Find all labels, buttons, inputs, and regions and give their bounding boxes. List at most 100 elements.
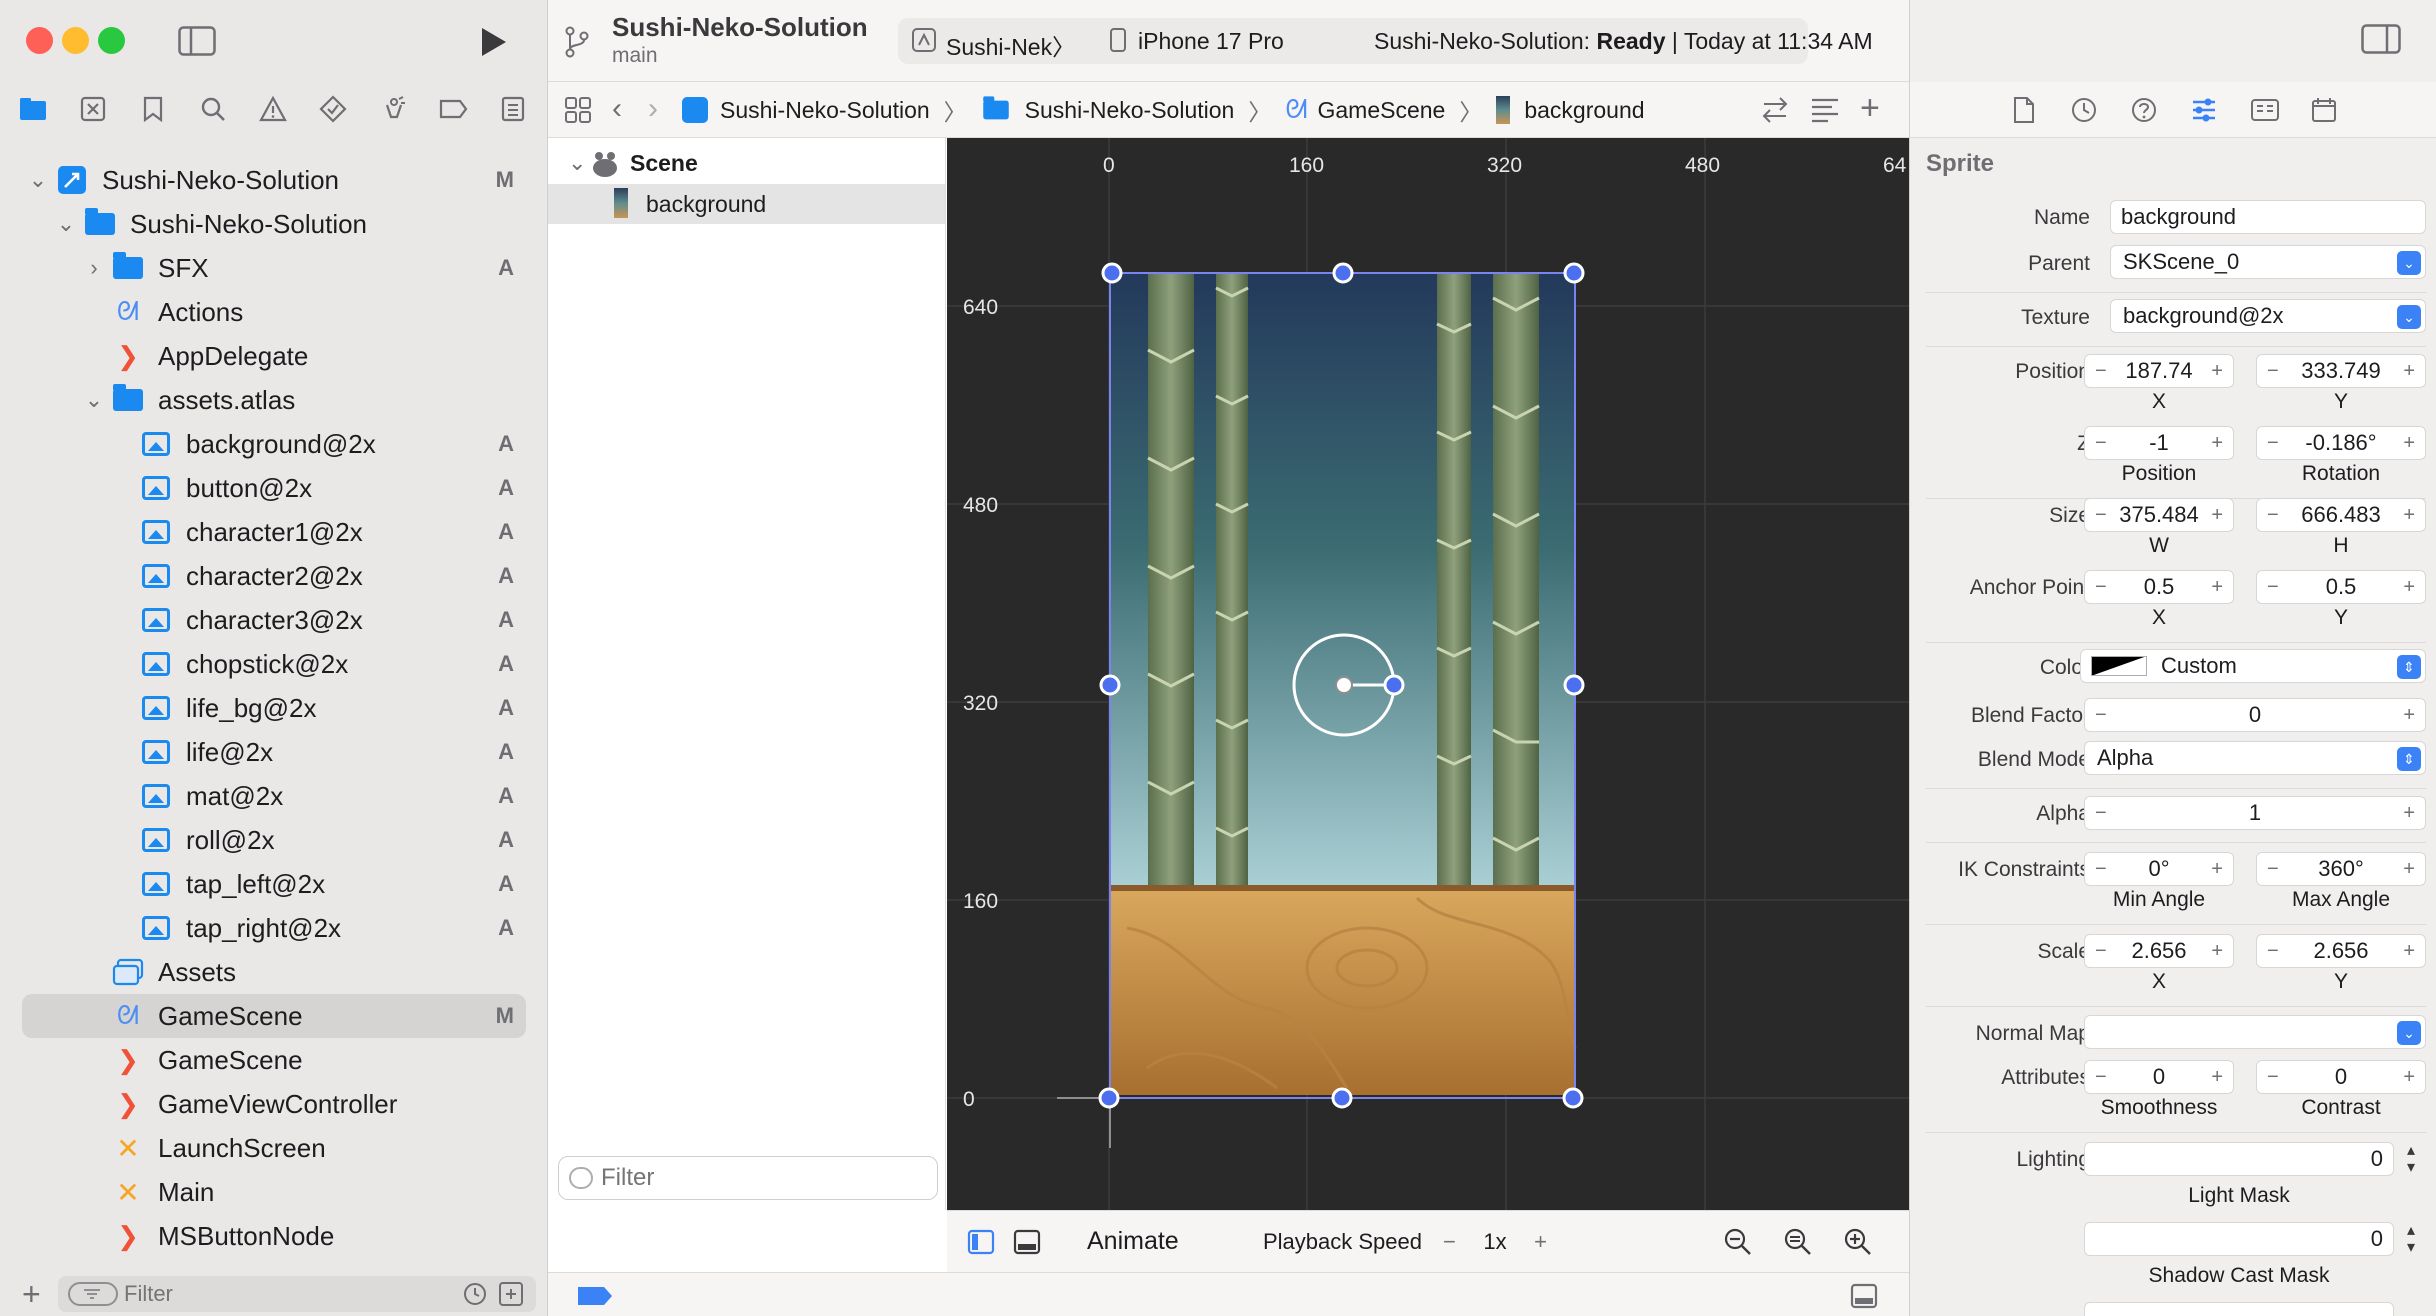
- zoom-reset-icon[interactable]: [1783, 1227, 1813, 1257]
- decrement-button[interactable]: −: [2095, 858, 2107, 881]
- file-inspector-icon[interactable]: [2012, 96, 2036, 124]
- scene-canvas[interactable]: 0 160 320 480 64 640 480 320 160 0: [947, 138, 1909, 1210]
- decrement-button[interactable]: −: [2095, 504, 2107, 527]
- disclosure-open-icon[interactable]: ⌄: [80, 387, 108, 413]
- resize-handle[interactable]: [1101, 262, 1123, 284]
- disclosure-closed-icon[interactable]: ›: [80, 255, 108, 281]
- tree-item-image[interactable]: life@2x A: [0, 730, 548, 774]
- add-editor-button[interactable]: +: [1860, 91, 1880, 125]
- increment-button[interactable]: +: [2403, 802, 2415, 825]
- close-window-button[interactable]: [26, 27, 53, 54]
- light-mask-stepper-icon[interactable]: ▴ ▾: [2400, 1142, 2422, 1176]
- add-icon[interactable]: +: [22, 1278, 41, 1310]
- decrement-button[interactable]: −: [2267, 504, 2279, 527]
- scale-y-stepper[interactable]: − 2.656 +: [2256, 934, 2426, 968]
- z-position-stepper[interactable]: − -1 +: [2084, 426, 2234, 460]
- forward-button[interactable]: ›: [648, 92, 658, 126]
- z-rotation-stepper[interactable]: − -0.186° +: [2256, 426, 2426, 460]
- tree-item-msbuttonnode[interactable]: ❯ MSButtonNode: [0, 1214, 548, 1258]
- breakpoint-navigator-icon[interactable]: [436, 92, 470, 126]
- sidebar-toggle-icon[interactable]: [178, 26, 216, 56]
- ik-max-stepper[interactable]: − 360° +: [2256, 852, 2426, 886]
- animate-button[interactable]: Animate: [1087, 1227, 1179, 1256]
- increment-button[interactable]: +: [2403, 858, 2415, 881]
- decrement-button[interactable]: −: [1443, 1229, 1456, 1255]
- increment-button[interactable]: +: [1534, 1229, 1547, 1255]
- tree-item-sfx[interactable]: › SFX A: [0, 246, 548, 290]
- source-control-icon[interactable]: [76, 92, 110, 126]
- breadcrumb-item[interactable]: GameScene: [1317, 97, 1445, 124]
- outline-filter-input[interactable]: [601, 1163, 921, 1193]
- tree-item-project[interactable]: ⌄ Sushi-Neko-Solution M: [0, 158, 548, 202]
- related-items-icon[interactable]: [564, 96, 592, 124]
- report-navigator-icon[interactable]: [496, 92, 530, 126]
- tree-item-image[interactable]: mat@2x A: [0, 774, 548, 818]
- resize-handle[interactable]: [1563, 262, 1585, 284]
- scene-editor-svg[interactable]: 0 160 320 480 64 640 480 320 160 0: [947, 138, 1909, 1210]
- navigator-filter[interactable]: [58, 1276, 536, 1312]
- increment-button[interactable]: +: [2403, 940, 2415, 963]
- ik-min-stepper[interactable]: − 0° +: [2084, 852, 2234, 886]
- help-inspector-icon[interactable]: [2130, 96, 2158, 124]
- outline-row-background[interactable]: background: [548, 184, 945, 224]
- shadow-cast-stepper-icon[interactable]: ▴ ▾: [2400, 1222, 2422, 1256]
- increment-button[interactable]: +: [2403, 1066, 2415, 1089]
- position-y-stepper[interactable]: −333.749 +: [2256, 354, 2426, 388]
- navigator-filter-input[interactable]: [124, 1278, 424, 1310]
- blend-factor-stepper[interactable]: − 0 +: [2084, 698, 2426, 732]
- toggle-inspector-icon[interactable]: [2361, 24, 2401, 54]
- run-button[interactable]: [478, 26, 508, 58]
- anchor-y-stepper[interactable]: − 0.5 +: [2256, 570, 2426, 604]
- toggle-outline-icon[interactable]: [967, 1229, 995, 1255]
- custom-class-inspector-icon[interactable]: [2250, 96, 2280, 124]
- decrement-button[interactable]: −: [2267, 1066, 2279, 1089]
- increment-button[interactable]: +: [2403, 432, 2415, 455]
- decrement-button[interactable]: −: [2267, 858, 2279, 881]
- resize-handle[interactable]: [1562, 1087, 1584, 1109]
- resize-handle[interactable]: [1332, 262, 1354, 284]
- resize-handle[interactable]: [1331, 1087, 1353, 1109]
- decrement-button[interactable]: −: [2267, 360, 2279, 383]
- scheme-selector[interactable]: Sushi-Nek〉: [946, 28, 1075, 62]
- tree-item-image[interactable]: character2@2x A: [0, 554, 548, 598]
- disclosure-open-icon[interactable]: ⌄: [52, 211, 80, 237]
- back-button[interactable]: ‹: [612, 92, 622, 126]
- tree-item-image[interactable]: life_bg@2x A: [0, 686, 548, 730]
- project-navigator-icon[interactable]: [16, 92, 50, 126]
- breadcrumb-item[interactable]: background: [1524, 97, 1644, 124]
- decrement-button[interactable]: −: [2095, 576, 2107, 599]
- decrement-button[interactable]: −: [2095, 802, 2107, 825]
- tree-item-image[interactable]: character1@2x A: [0, 510, 548, 554]
- name-field[interactable]: [2110, 200, 2426, 234]
- increment-button[interactable]: +: [2403, 704, 2415, 727]
- outline-scene-label[interactable]: Scene: [630, 150, 698, 177]
- tree-item-image[interactable]: background@2x A: [0, 422, 548, 466]
- alpha-stepper[interactable]: − 1 +: [2084, 796, 2426, 830]
- tree-item-gamescene-sks[interactable]: ᘛ GameScene M: [22, 994, 526, 1038]
- smoothness-stepper[interactable]: − 0 +: [2084, 1060, 2234, 1094]
- tree-item-image[interactable]: tap_left@2x A: [0, 862, 548, 906]
- increment-button[interactable]: +: [2403, 360, 2415, 383]
- increment-button[interactable]: +: [2211, 504, 2223, 527]
- increment-button[interactable]: +: [2211, 432, 2223, 455]
- decrement-button[interactable]: −: [2267, 940, 2279, 963]
- recent-files-icon[interactable]: [462, 1281, 488, 1307]
- warning-icon[interactable]: [256, 92, 290, 126]
- tree-item-appdelegate[interactable]: ❯ AppDelegate: [0, 334, 548, 378]
- contrast-stepper[interactable]: − 0 +: [2256, 1060, 2426, 1094]
- zoom-out-icon[interactable]: [1723, 1227, 1753, 1257]
- breadcrumb-item[interactable]: Sushi-Neko-Solution: [720, 97, 930, 124]
- editor-options-icon[interactable]: [1810, 96, 1840, 124]
- attributes-inspector-icon[interactable]: [2190, 96, 2218, 124]
- tree-item-launchscreen[interactable]: ✕ LaunchScreen: [0, 1126, 548, 1170]
- increment-button[interactable]: +: [2211, 858, 2223, 881]
- decrement-button[interactable]: −: [2267, 432, 2279, 455]
- playback-speed-stepper[interactable]: − 1x +: [1435, 1225, 1555, 1259]
- breakpoint-toggle-icon[interactable]: [576, 1285, 614, 1307]
- light-mask-field[interactable]: 0: [2084, 1142, 2394, 1176]
- tree-item-main[interactable]: ✕ Main: [0, 1170, 548, 1214]
- tree-item-gamescene-swift[interactable]: ❯ GameScene: [0, 1038, 548, 1082]
- increment-button[interactable]: +: [2403, 576, 2415, 599]
- toggle-action-editor-icon[interactable]: [1013, 1229, 1041, 1255]
- outline-filter[interactable]: [558, 1156, 938, 1200]
